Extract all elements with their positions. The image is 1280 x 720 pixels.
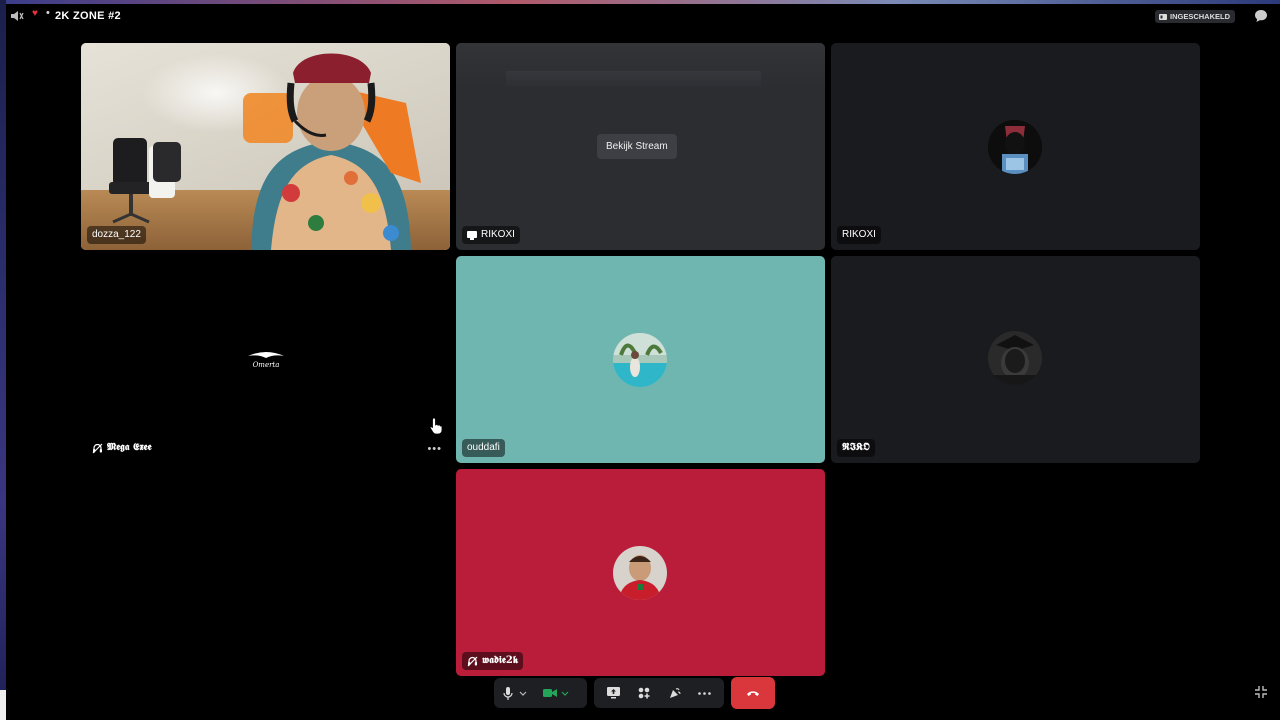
participant-name: 𝕽𝕴𝕶𝕺 bbox=[842, 442, 870, 453]
avatar-image bbox=[988, 120, 1042, 174]
avatar bbox=[613, 333, 667, 387]
camera-icon bbox=[543, 689, 557, 697]
participant-tile[interactable]: ouddafi bbox=[456, 256, 825, 463]
participant-tile[interactable]: 𝖜𝖆𝖉𝖎𝖊2𝖐 bbox=[456, 469, 825, 676]
gaming-chair-image bbox=[109, 138, 181, 224]
svg-text:Omerta: Omerta bbox=[253, 361, 280, 369]
avatar bbox=[988, 331, 1042, 385]
participant-name: 𝖜𝖆𝖉𝖎𝖊2𝖐 bbox=[482, 655, 519, 666]
participant-person-image bbox=[243, 53, 421, 250]
soundboard-icon bbox=[669, 687, 681, 698]
stream-frame-left bbox=[0, 0, 6, 720]
deafened-icon bbox=[467, 656, 478, 666]
participant-tile-stream[interactable]: Bekijk Stream RIKOXI bbox=[456, 43, 825, 250]
watch-stream-button[interactable]: Bekijk Stream bbox=[597, 134, 677, 159]
more-options-icon[interactable]: ••• bbox=[427, 443, 442, 455]
participant-name-tag: 𝕽𝕴𝕶𝕺 bbox=[837, 439, 875, 457]
avatar-image bbox=[988, 331, 1042, 385]
camera-options-button[interactable] bbox=[560, 683, 570, 703]
hang-up-icon bbox=[747, 690, 759, 696]
status-badge-label: INGESCHAKELD bbox=[1170, 12, 1231, 21]
screen-share-icon bbox=[606, 687, 620, 699]
participant-name: dozza_122 bbox=[92, 229, 141, 240]
avatar-image bbox=[613, 546, 667, 600]
more-button[interactable] bbox=[695, 683, 715, 703]
participant-name: RIKOXI bbox=[842, 229, 876, 240]
participant-name-tag: 𝖜𝖆𝖉𝖎𝖊2𝖐 bbox=[462, 652, 524, 670]
omerta-logo: Omerta bbox=[248, 352, 284, 369]
chevron-down-icon bbox=[519, 691, 527, 696]
avatar-image bbox=[613, 333, 667, 387]
participant-tile-video[interactable]: dozza_122 bbox=[81, 43, 450, 250]
avatar bbox=[988, 120, 1042, 174]
exit-fullscreen-icon[interactable] bbox=[1254, 685, 1268, 699]
screen-share-button[interactable] bbox=[603, 683, 623, 703]
dot-separator: • bbox=[46, 7, 50, 19]
chat-icon[interactable] bbox=[1254, 9, 1268, 23]
deafened-icon bbox=[92, 443, 103, 453]
chevron-down-icon bbox=[561, 691, 569, 696]
participant-name-tag: RIKOXI bbox=[462, 226, 520, 244]
participant-name: RIKOXI bbox=[481, 229, 515, 240]
more-icon bbox=[698, 691, 712, 695]
activity-controls bbox=[594, 678, 724, 708]
speaker-icon bbox=[11, 11, 24, 21]
frame-mark bbox=[0, 690, 6, 720]
soundboard-button[interactable] bbox=[664, 683, 684, 703]
stream-preview-bar bbox=[506, 71, 761, 87]
participant-tile[interactable]: RIKOXI bbox=[831, 43, 1200, 250]
channel-title: 2K ZONE #2 bbox=[55, 10, 121, 22]
screen-share-icon bbox=[467, 230, 477, 240]
participant-name: 𝕸𝖊𝖌𝖆 𝕰𝖝𝖊𝖊 bbox=[107, 442, 152, 453]
participant-name-tag: dozza_122 bbox=[87, 226, 146, 244]
status-badge: INGESCHAKELD bbox=[1155, 10, 1236, 23]
avatar bbox=[613, 546, 667, 600]
heart-icon: ♥ bbox=[32, 8, 38, 19]
participant-name: ouddafi bbox=[467, 442, 500, 453]
voice-header: ♥ • 2K ZONE #2 INGESCHAKELD bbox=[0, 4, 1280, 28]
participant-name-tag: ouddafi bbox=[462, 439, 505, 457]
microphone-button[interactable] bbox=[498, 683, 518, 703]
disconnect-button[interactable] bbox=[731, 677, 775, 709]
participant-tile[interactable]: Omerta 𝕸𝖊𝖌𝖆 𝕰𝖝𝖊𝖊 ••• bbox=[81, 256, 450, 463]
microphone-options-button[interactable] bbox=[518, 683, 528, 703]
microphone-icon bbox=[503, 686, 513, 700]
activities-icon bbox=[638, 687, 650, 699]
participant-tile[interactable]: 𝕽𝕴𝕶𝕺 bbox=[831, 256, 1200, 463]
hand-cursor-icon bbox=[429, 417, 443, 435]
camera-button[interactable] bbox=[540, 683, 560, 703]
streamer-mode-icon bbox=[1159, 13, 1167, 20]
activities-button[interactable] bbox=[634, 683, 654, 703]
participant-name-tag: RIKOXI bbox=[837, 226, 881, 244]
audio-video-controls bbox=[494, 678, 587, 708]
participant-name-tag: 𝕸𝖊𝖌𝖆 𝕰𝖝𝖊𝖊 bbox=[87, 439, 157, 457]
